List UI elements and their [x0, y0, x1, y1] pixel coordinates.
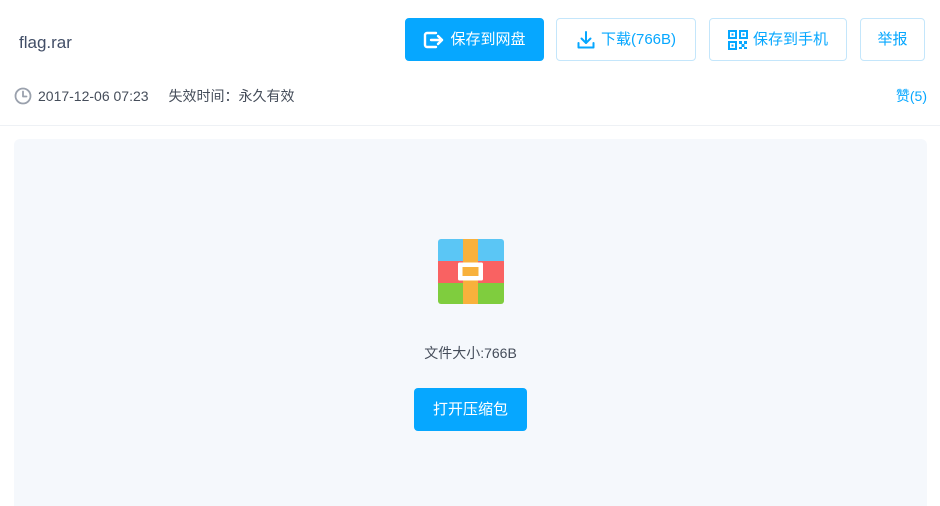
like-link[interactable]: 赞(5) [896, 85, 927, 107]
share-page: flag.rar 保存到网盘 下载(766B) 保存到手机 举报 2017-12… [0, 0, 940, 506]
divider [0, 125, 940, 126]
save-to-phone-button[interactable]: 保存到手机 [709, 18, 847, 61]
preview-panel: 文件大小:766B 打开压缩包 [14, 139, 927, 506]
download-icon [576, 30, 596, 50]
report-button[interactable]: 举报 [860, 18, 925, 61]
save-to-cloud-label: 保存到网盘 [450, 31, 526, 48]
file-size-label: 文件大小:766B [424, 345, 517, 361]
expiry-label: 失效时间： [168, 88, 239, 104]
save-export-icon [423, 30, 445, 50]
rar-archive-icon [438, 239, 504, 309]
file-name: flag.rar [19, 33, 72, 52]
clock-icon [14, 87, 32, 105]
share-date: 2017-12-06 07:23 [38, 88, 149, 104]
share-meta: 2017-12-06 07:23 失效时间： 永久有效 [14, 85, 295, 107]
save-to-cloud-button[interactable]: 保存到网盘 [405, 18, 544, 61]
open-archive-button[interactable]: 打开压缩包 [414, 388, 527, 431]
report-label: 举报 [877, 31, 908, 48]
download-button[interactable]: 下载(766B) [556, 18, 696, 61]
download-label: 下载(766B) [600, 31, 677, 48]
qr-code-icon [727, 29, 748, 50]
save-to-phone-label: 保存到手机 [752, 31, 828, 48]
expiry-value: 永久有效 [238, 88, 295, 104]
